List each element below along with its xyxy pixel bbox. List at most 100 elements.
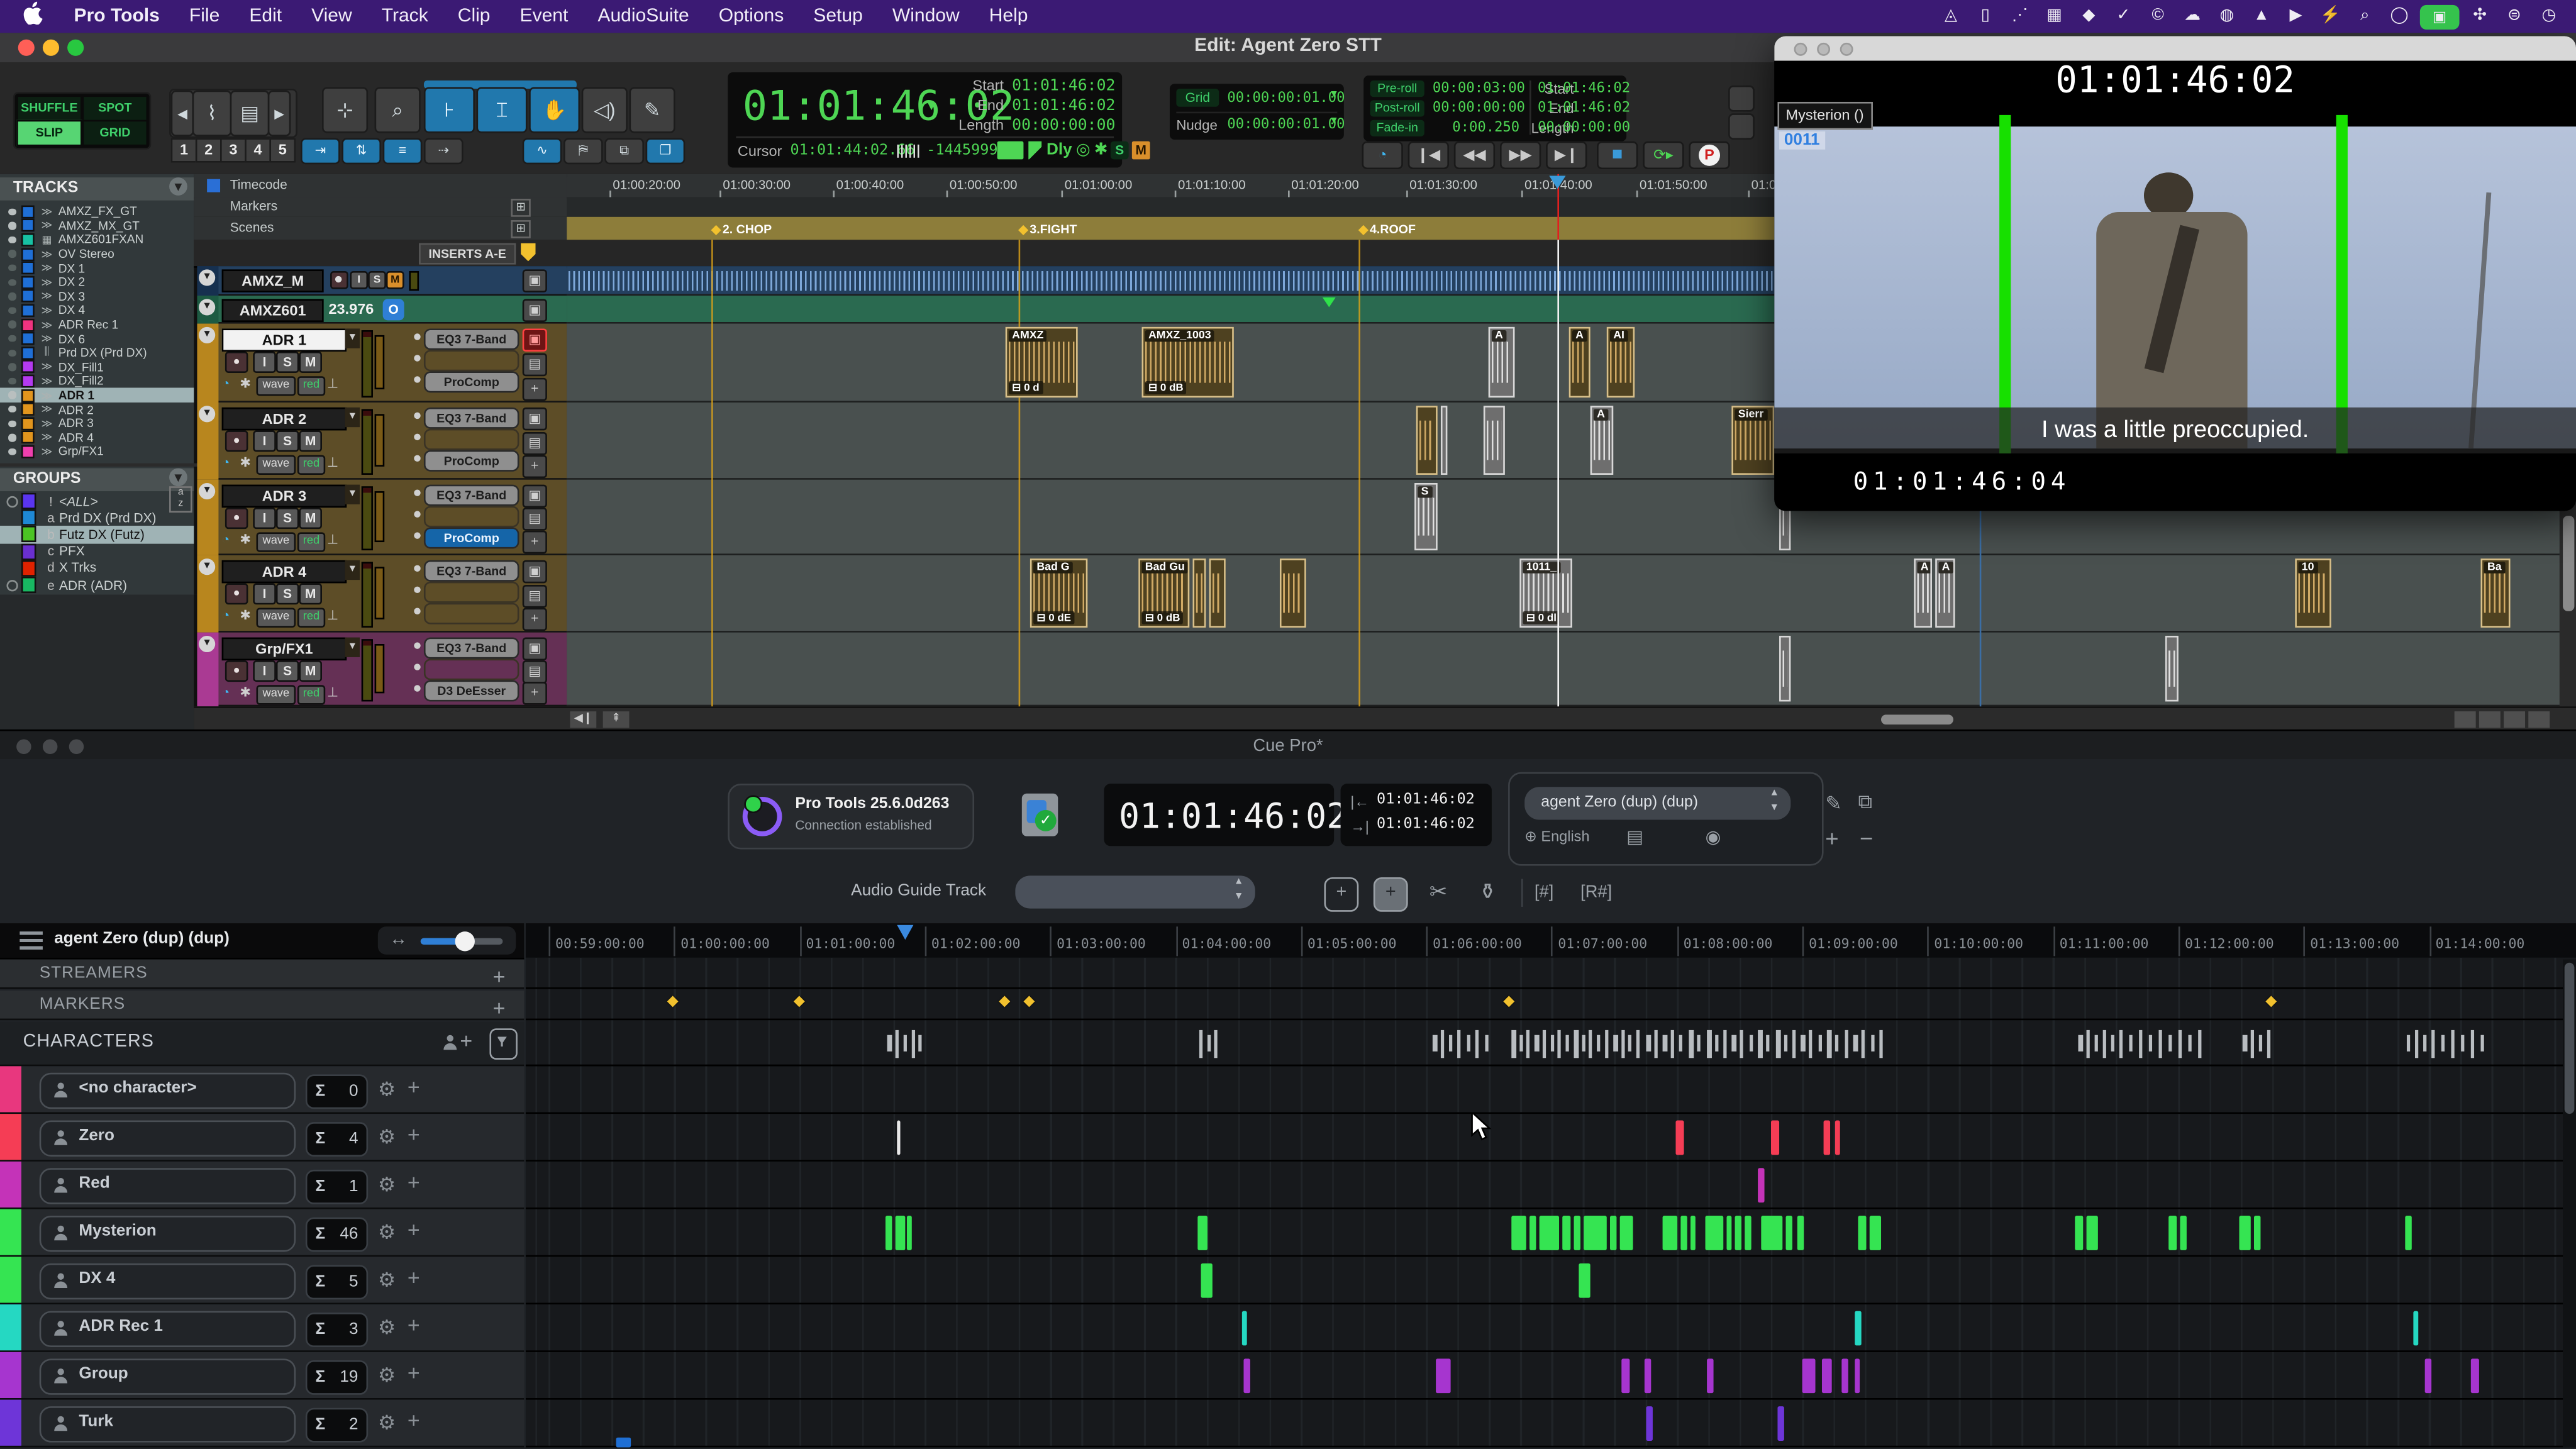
track-list-name[interactable]: DX_Fill2 xyxy=(58,374,104,389)
zoom-preset-1[interactable]: 1 xyxy=(171,138,197,162)
track-list-item-dx-4[interactable]: ≫DX 4 xyxy=(0,303,194,317)
cue-clip-mysterion[interactable] xyxy=(2075,1216,2083,1250)
comments-icon[interactable]: ▤ xyxy=(523,431,547,455)
character-row-turk[interactable]: TurkΣ2⚙+ xyxy=(0,1400,524,1448)
playhead-arrow-icon[interactable] xyxy=(1549,176,1565,189)
group-name[interactable]: <ALL> xyxy=(59,494,98,509)
track-list-item-dx-fill2[interactable]: ≫DX_Fill2 xyxy=(0,374,194,388)
roll-start-value[interactable]: 01:01:46:02 xyxy=(1538,80,1630,97)
apple-menu-icon[interactable] xyxy=(0,0,59,33)
track-list-name[interactable]: ADR 4 xyxy=(58,430,94,445)
elastic-audio-icon[interactable]: ✱ xyxy=(240,376,251,391)
track-color-swatch[interactable] xyxy=(21,304,34,317)
cue-clip-adr-rec-1[interactable] xyxy=(1242,1311,1247,1346)
scroll-left-icon[interactable]: ◀❙ xyxy=(570,711,596,728)
character-name[interactable]: Group xyxy=(79,1358,128,1391)
character-row-group[interactable]: GroupΣ19⚙+ xyxy=(0,1352,524,1400)
link-timeline-edit-button[interactable]: ⇅ xyxy=(341,138,381,164)
asterisk-icon[interactable]: ✱ xyxy=(1094,142,1108,160)
cue-clip-group[interactable] xyxy=(2425,1358,2431,1393)
insert-slot-empty[interactable] xyxy=(424,350,519,371)
scene-marker-2-chop[interactable]: ◆2. CHOP xyxy=(711,222,772,237)
track-name-adr-4[interactable]: ADR 4 xyxy=(222,560,347,584)
siri-icon[interactable]: ◯ xyxy=(2382,0,2417,33)
track-list-item-grp-fx1[interactable]: ≫Grp/FX1 xyxy=(0,445,194,458)
cuepro-vscroll-thumb[interactable] xyxy=(2565,963,2575,1114)
wave-view-selector[interactable]: wave xyxy=(257,532,296,552)
zoom-in-arrow-icon[interactable]: ▸ xyxy=(268,91,291,136)
fade-in-value[interactable]: 0:00.250 xyxy=(1452,120,1519,136)
track-color-swatch[interactable] xyxy=(21,445,34,458)
stop-button[interactable]: ■ xyxy=(1597,142,1638,169)
automation-icon[interactable]: ◔ xyxy=(222,376,230,391)
add-insert-icon[interactable]: + xyxy=(523,682,547,705)
disclosure-icon[interactable]: ▾ xyxy=(199,636,215,652)
add-insert-icon[interactable]: + xyxy=(523,608,547,631)
zoomer-tool[interactable]: ⌕ xyxy=(375,87,421,133)
video-cue-number[interactable]: 0011 xyxy=(1779,131,1824,150)
clip-bad-gu[interactable]: Bad Gu⊟ 0 dB xyxy=(1138,558,1189,628)
group-color-swatch[interactable] xyxy=(21,560,36,576)
comments-icon[interactable]: ▤ xyxy=(523,660,547,683)
cuepro-marker-icon[interactable]: ◆ xyxy=(667,992,679,1011)
sel-start-value[interactable]: 01:01:46:02 xyxy=(1012,77,1115,96)
trim-tool[interactable]: ⊦ xyxy=(424,87,475,133)
name-caret-icon[interactable]: ▾ xyxy=(345,408,360,427)
cue-clip-group[interactable] xyxy=(1802,1358,1816,1393)
menu-audiosuite[interactable]: AudioSuite xyxy=(583,0,704,33)
track-list-name[interactable]: ADR 1 xyxy=(58,388,94,403)
clip-audio[interactable] xyxy=(1484,406,1505,475)
ruler-row-scenes[interactable]: Scenes ⊞ xyxy=(194,217,567,242)
comments-icon[interactable]: ▤ xyxy=(523,353,547,377)
track-list-item-adr-1[interactable]: ≫ADR 1 xyxy=(0,388,194,402)
cloud-icon[interactable]: ☁ xyxy=(2175,0,2210,33)
track-list-item-dx-fill1[interactable]: ≫DX_Fill1 xyxy=(0,360,194,374)
clip-audio[interactable] xyxy=(1441,406,1447,475)
markers-section[interactable]: MARKERS + xyxy=(0,991,524,1020)
track-list-name[interactable]: AMXZ_FX_GT xyxy=(58,204,137,219)
record-enable-button[interactable]: ● xyxy=(225,508,248,529)
disclosure-icon[interactable]: ▾ xyxy=(199,269,215,286)
track-i-button[interactable]: I xyxy=(253,430,276,452)
character-name[interactable]: ADR Rec 1 xyxy=(79,1311,163,1344)
cuepro-marker-icon[interactable]: ◆ xyxy=(1023,992,1035,1011)
track-name-amxz-m[interactable]: AMXZ_M xyxy=(222,269,324,292)
cue-clip-mysterion[interactable] xyxy=(907,1216,912,1250)
name-caret-icon[interactable]: ▾ xyxy=(345,560,360,580)
cue-clip-mysterion[interactable] xyxy=(896,1216,906,1250)
track-list-item-ov-stereo[interactable]: ≫OV Stereo xyxy=(0,247,194,261)
go-to-end-button[interactable]: ▶❙ xyxy=(1546,142,1587,169)
renumber-button[interactable]: [#] xyxy=(1535,882,1554,902)
insert-slot-empty[interactable] xyxy=(424,506,519,528)
track-list-name[interactable]: Grp/FX1 xyxy=(58,445,104,460)
add-character-person-icon[interactable] xyxy=(442,1035,457,1050)
character-name-field[interactable] xyxy=(40,1263,296,1299)
cue-clip-adr-rec-1[interactable] xyxy=(1855,1311,1861,1346)
disclosure-icon[interactable]: ▾ xyxy=(199,299,215,315)
cue-clip-group[interactable] xyxy=(1707,1358,1713,1393)
cue-clip-group[interactable] xyxy=(1436,1358,1451,1393)
elastic-audio-icon[interactable]: ✱ xyxy=(240,608,251,623)
waveform-meter-icon[interactable] xyxy=(997,142,1024,160)
character-name-field[interactable] xyxy=(40,1358,296,1394)
cue-clip-partial[interactable] xyxy=(616,1438,631,1448)
track-color-swatch[interactable] xyxy=(21,375,34,388)
insert-slot-procomp[interactable]: ProComp xyxy=(424,371,519,392)
film-reel-icon[interactable]: ◉ xyxy=(1706,826,1721,848)
grabber-tool[interactable]: ✋ xyxy=(529,87,580,133)
edit-pencil-icon[interactable]: ✎ xyxy=(1825,792,1841,815)
menu-track[interactable]: Track xyxy=(367,0,443,33)
character-settings-icon[interactable]: ⚙ xyxy=(378,1125,396,1148)
solo-status-badge[interactable]: S xyxy=(1111,142,1129,160)
delay-comp-label[interactable]: Dly xyxy=(1046,142,1072,160)
nudge-label[interactable]: Nudge xyxy=(1176,116,1217,133)
roll-length-value[interactable]: 00:00:00:00 xyxy=(1538,120,1630,136)
cue-clip-mysterion[interactable] xyxy=(1663,1216,1678,1250)
track-list-name[interactable]: DX 2 xyxy=(58,275,85,290)
clip-a[interactable]: A xyxy=(1935,558,1955,628)
cue-clip-mysterion[interactable] xyxy=(2405,1216,2411,1250)
streamers-add-icon[interactable]: + xyxy=(493,963,506,992)
disclosure-icon[interactable]: ▾ xyxy=(199,483,215,499)
renumber-all-button[interactable]: [R#] xyxy=(1580,882,1612,902)
ruler-row-markers[interactable]: Markers ⊞ xyxy=(194,197,567,218)
